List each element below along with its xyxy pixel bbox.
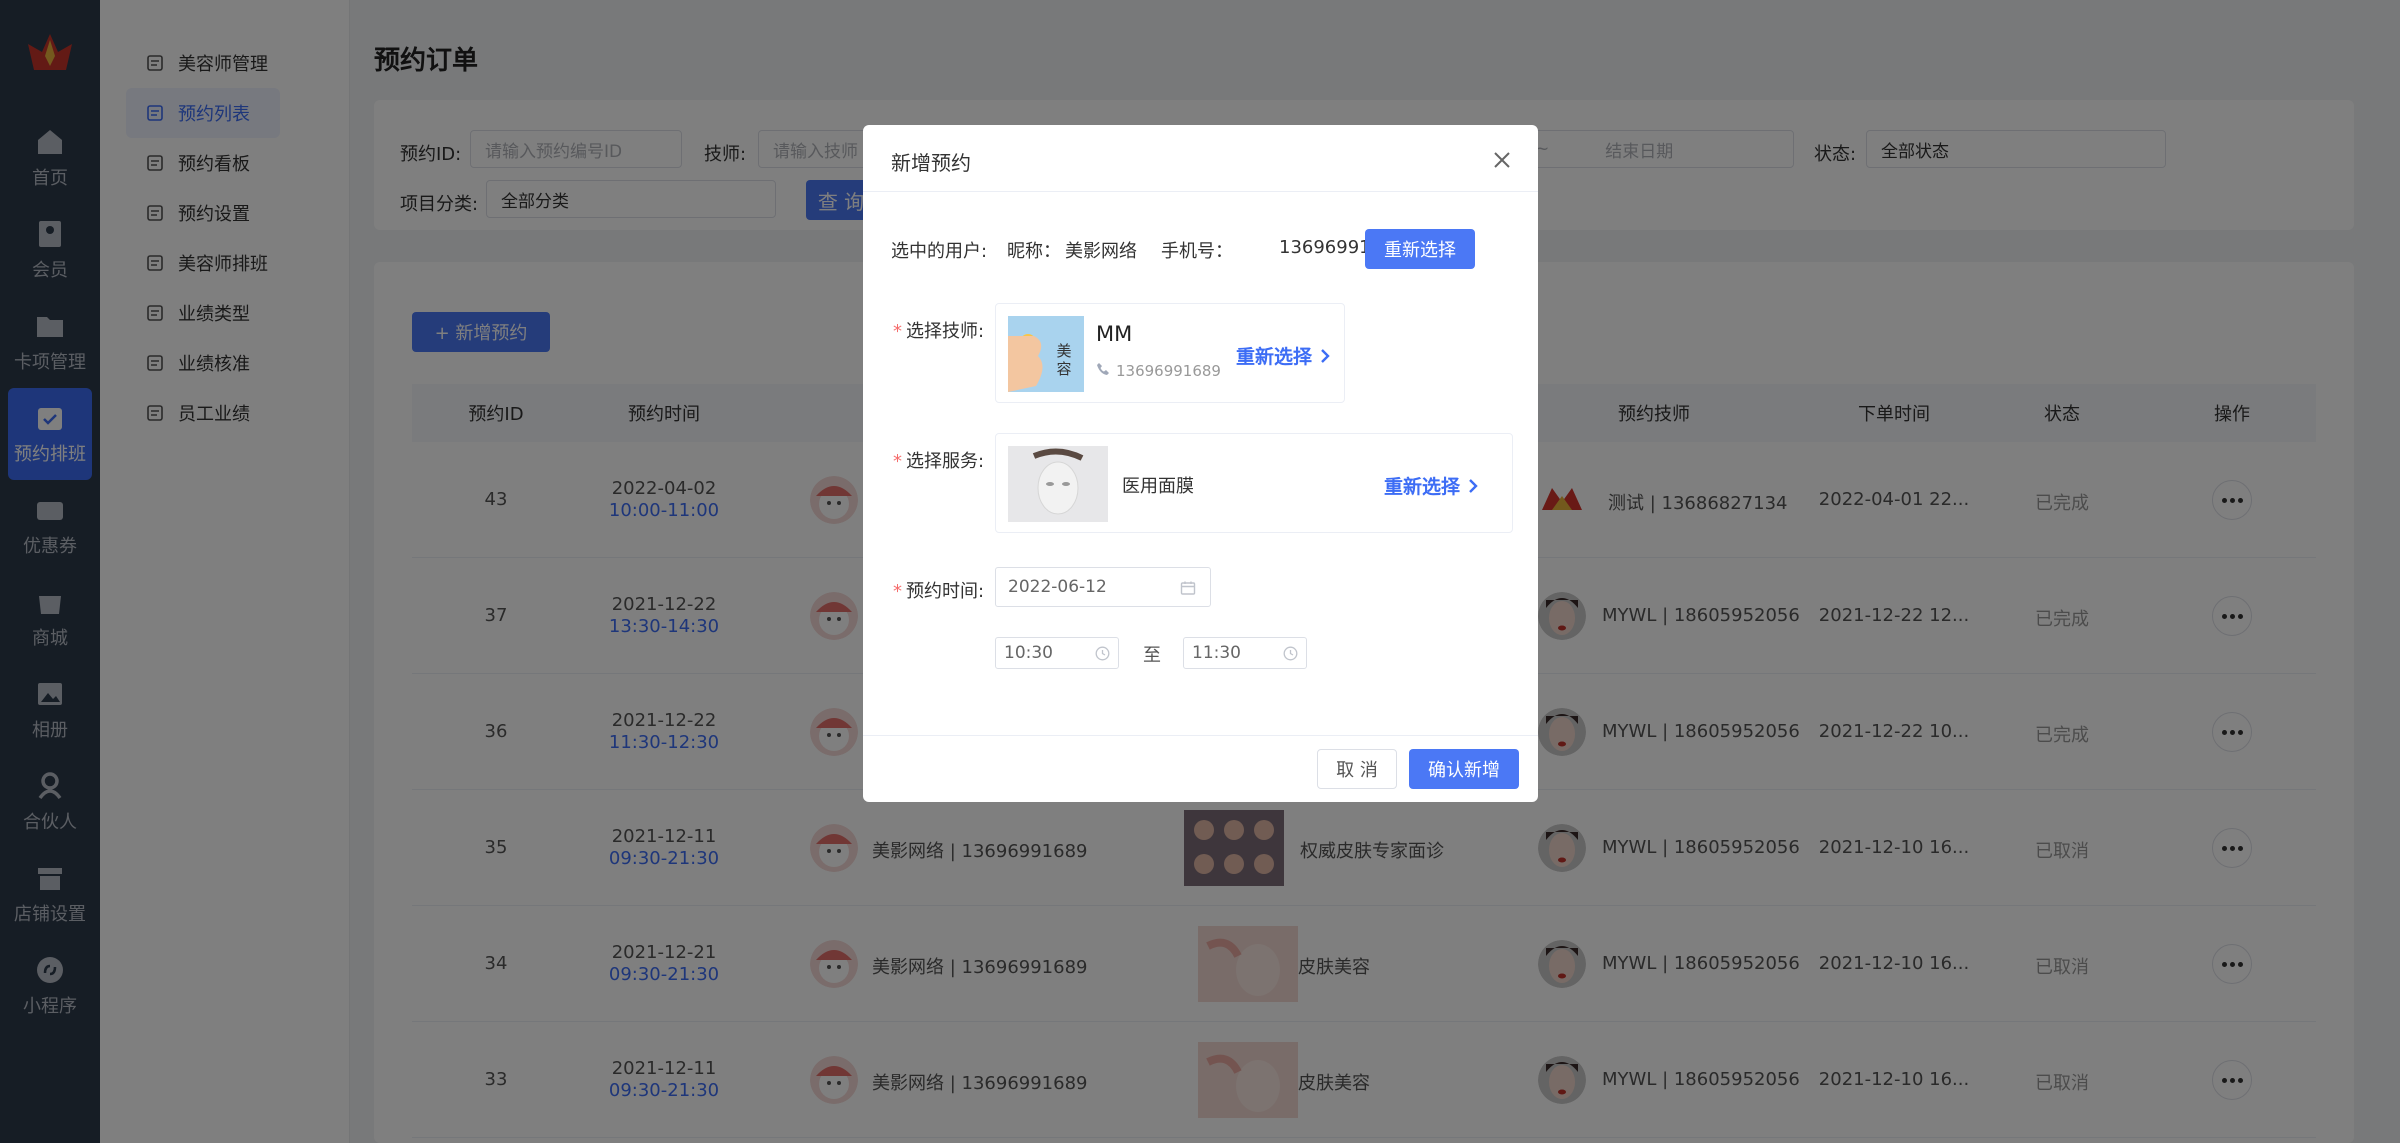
confirm-add-button[interactable]: 确认新增 — [1409, 749, 1519, 789]
booking-date-value: 2022-06-12 — [1008, 577, 1107, 597]
tech-card: 美 容 MM 13696991689 重新选择 — [995, 303, 1345, 403]
tech-name: MM — [1096, 322, 1133, 346]
cancel-button[interactable]: 取 消 — [1317, 749, 1397, 789]
tech-phone: 13696991689 — [1116, 362, 1221, 380]
start-time-picker[interactable]: 10:30 — [995, 637, 1119, 669]
selected-user-label: 选中的用户: — [891, 241, 988, 262]
phone-label: 手机号： — [1161, 241, 1233, 262]
close-icon[interactable] — [1493, 151, 1511, 169]
booking-date-picker[interactable]: 2022-06-12 — [995, 567, 1211, 607]
footer-divider — [863, 735, 1538, 736]
reselect-tech-text: 重新选择 — [1236, 346, 1313, 368]
end-time-value: 11:30 — [1192, 643, 1241, 663]
booking-time-label-text: 预约时间: — [906, 581, 985, 602]
select-tech-label-text: 选择技师: — [906, 321, 985, 342]
start-time-value: 10:30 — [1004, 643, 1053, 663]
chevron-right-icon — [1469, 478, 1478, 493]
dialog-title: 新增预约 — [891, 151, 971, 175]
svg-text:容: 容 — [1056, 360, 1071, 378]
calendar-icon — [1180, 581, 1196, 595]
phone-icon — [1097, 363, 1109, 375]
add-booking-dialog: 新增预约 选中的用户: 昵称： 美影网络 手机号： 13696991689 重新… — [863, 125, 1538, 802]
nickname-value: 美影网络 — [1065, 241, 1137, 262]
nickname-label: 昵称： — [1007, 241, 1061, 262]
chevron-right-icon — [1321, 348, 1330, 363]
reselect-service-text: 重新选择 — [1384, 476, 1461, 498]
service-card: 医用面膜 重新选择 — [995, 433, 1513, 533]
select-service-label-text: 选择服务: — [906, 451, 985, 472]
time-range-to: 至 — [1143, 645, 1161, 666]
reselect-tech-link[interactable]: 重新选择 — [1236, 342, 1330, 369]
service-name: 医用面膜 — [1122, 476, 1194, 497]
end-time-picker[interactable]: 11:30 — [1183, 637, 1307, 669]
technician-avatar: 美 容 — [1008, 316, 1084, 392]
booking-time-label: * 预约时间: — [893, 581, 985, 602]
select-service-label: * 选择服务: — [893, 451, 985, 472]
header-divider — [863, 191, 1538, 192]
clock-icon — [1283, 646, 1298, 661]
reselect-user-button[interactable]: 重新选择 — [1365, 229, 1475, 269]
service-image — [1008, 446, 1108, 522]
select-tech-label: * 选择技师: — [893, 321, 985, 342]
clock-icon — [1095, 646, 1110, 661]
svg-text:美: 美 — [1056, 342, 1071, 360]
reselect-service-link[interactable]: 重新选择 — [1384, 472, 1478, 499]
